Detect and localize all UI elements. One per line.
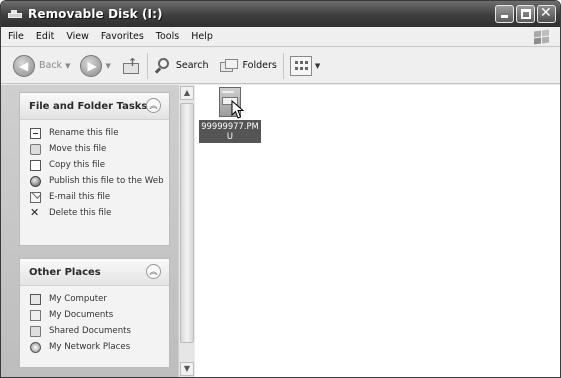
task-label: Rename this file xyxy=(49,128,119,138)
close-icon: ✕ xyxy=(540,5,552,21)
menu-tools[interactable]: Tools xyxy=(150,31,185,42)
close-button[interactable]: ✕ xyxy=(537,5,556,23)
my-computer-icon xyxy=(30,294,41,305)
file-folder-tasks-panel: File and Folder Tasks ︽ Rename this file… xyxy=(19,92,170,246)
network-places-icon xyxy=(30,342,41,353)
file-tasks-list: Rename this file Move this file Copy thi… xyxy=(20,120,169,230)
forward-button[interactable]: ▶ ▼ xyxy=(80,54,111,77)
other-places-list: My Computer My Documents Shared Document… xyxy=(20,286,169,364)
forward-arrow-icon: ▶ xyxy=(80,54,103,77)
views-button[interactable]: ▼ xyxy=(289,55,320,76)
task-pane: File and Folder Tasks ︽ Rename this file… xyxy=(1,85,178,377)
task-label: Copy this file xyxy=(49,160,106,170)
task-label: Delete this file xyxy=(49,208,112,218)
place-my-computer[interactable]: My Computer xyxy=(30,294,169,305)
menu-edit[interactable]: Edit xyxy=(30,31,60,42)
place-label: Shared Documents xyxy=(49,326,131,336)
collapse-chevron-icon[interactable]: ︽ xyxy=(146,98,161,113)
place-label: My Documents xyxy=(49,310,114,320)
folders-icon xyxy=(219,57,239,75)
up-folder-icon[interactable]: ↑ xyxy=(121,56,141,76)
explorer-window: Removable Disk (I:) ✕ File Edit View Fav… xyxy=(0,0,561,378)
place-label: My Network Places xyxy=(49,342,131,352)
title-bar[interactable]: Removable Disk (I:) ✕ xyxy=(1,1,560,27)
menu-help[interactable]: Help xyxy=(185,31,219,42)
maximize-button[interactable] xyxy=(516,5,535,23)
folders-label: Folders xyxy=(242,60,277,71)
windows-logo-icon xyxy=(531,29,551,45)
move-icon xyxy=(30,144,41,155)
menu-bar: File Edit View Favorites Tools Help xyxy=(1,27,560,47)
toolbar-separator xyxy=(146,52,148,79)
removable-disk-icon xyxy=(8,9,22,20)
scrollbar-thumb[interactable] xyxy=(180,103,194,343)
back-arrow-icon: ◀ xyxy=(13,54,35,77)
rename-icon xyxy=(30,128,41,139)
window-controls: ✕ xyxy=(495,5,556,23)
file-name: 99999977.PMU xyxy=(199,120,261,143)
collapse-chevron-icon[interactable]: ︽ xyxy=(146,264,161,279)
scroll-up-icon[interactable]: ▲ xyxy=(180,86,194,100)
file-folder-tasks-header[interactable]: File and Folder Tasks ︽ xyxy=(20,93,169,120)
mouse-cursor-icon xyxy=(231,100,245,119)
task-label: Publish this file to the Web xyxy=(49,176,164,186)
place-shared-documents[interactable]: Shared Documents xyxy=(30,326,169,337)
menu-favorites[interactable]: Favorites xyxy=(95,31,150,42)
views-icon xyxy=(289,55,312,76)
other-places-header[interactable]: Other Places ︽ xyxy=(20,259,169,286)
other-places-panel: Other Places ︽ My Computer My Documents … xyxy=(19,258,170,368)
toolbar: ◀ Back ▼ ▶ ▼ ↑ Search Folders ▼ xyxy=(1,48,560,84)
place-label: My Computer xyxy=(49,294,107,304)
search-label: Search xyxy=(175,60,209,71)
search-icon xyxy=(154,57,172,75)
back-button[interactable]: ◀ Back ▼ xyxy=(13,54,70,77)
back-dropdown-icon[interactable]: ▼ xyxy=(65,62,70,70)
file-list-area[interactable]: 99999977.PMU xyxy=(195,85,560,377)
menu-view[interactable]: View xyxy=(60,31,95,42)
my-documents-icon xyxy=(30,310,41,321)
minimize-button[interactable] xyxy=(495,5,514,23)
delete-icon: ✕ xyxy=(30,206,40,219)
back-label: Back xyxy=(39,60,63,71)
menu-file[interactable]: File xyxy=(1,31,30,42)
task-label: E-mail this file xyxy=(49,192,111,202)
minimize-icon xyxy=(501,15,508,18)
task-pane-scrollbar[interactable]: ▲ ▼ xyxy=(178,85,194,377)
maximize-icon xyxy=(521,9,531,19)
panel-title: File and Folder Tasks xyxy=(29,100,148,112)
task-delete-file[interactable]: ✕ Delete this file xyxy=(30,206,169,219)
task-publish-web[interactable]: Publish this file to the Web xyxy=(30,176,169,187)
folders-button[interactable]: Folders xyxy=(219,57,277,75)
place-my-documents[interactable]: My Documents xyxy=(30,310,169,321)
forward-dropdown-icon[interactable]: ▼ xyxy=(105,62,110,70)
toolbar-separator xyxy=(282,52,284,79)
publish-web-icon xyxy=(30,176,41,187)
shared-documents-icon xyxy=(30,326,41,337)
place-network-places[interactable]: My Network Places xyxy=(30,342,169,353)
window-title: Removable Disk (I:) xyxy=(28,7,163,21)
task-label: Move this file xyxy=(49,144,107,154)
task-move-file[interactable]: Move this file xyxy=(30,144,169,155)
task-email-file[interactable]: E-mail this file xyxy=(30,192,169,203)
panel-title: Other Places xyxy=(29,266,101,278)
search-button[interactable]: Search xyxy=(154,57,209,75)
email-icon xyxy=(30,192,41,203)
copy-icon xyxy=(28,160,41,174)
task-rename-file[interactable]: Rename this file xyxy=(30,128,169,139)
views-dropdown-icon[interactable]: ▼ xyxy=(315,62,320,70)
task-copy-file[interactable]: Copy this file xyxy=(28,160,169,174)
scroll-down-icon[interactable]: ▼ xyxy=(180,362,194,376)
